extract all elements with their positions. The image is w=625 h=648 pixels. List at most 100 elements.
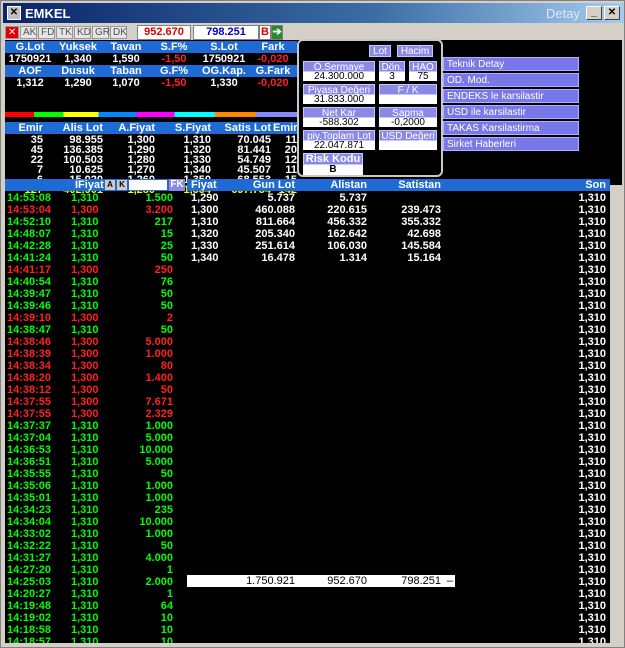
- link-3[interactable]: USD ile karsilastir: [443, 105, 579, 119]
- trade-time: 14:48:07: [7, 228, 52, 240]
- tab-kd[interactable]: KD: [74, 26, 91, 39]
- pricedist-totals: 1.750.921 952.670 798.251–: [187, 575, 455, 587]
- trade-lot: 50: [160, 300, 173, 312]
- window-title-right: Detay: [546, 6, 580, 21]
- trade-price: 1,310: [71, 600, 99, 612]
- vertical-scrollbar[interactable]: [610, 185, 622, 643]
- son-value: 1,310: [578, 288, 606, 300]
- sort-a-button[interactable]: A: [105, 180, 115, 190]
- pricedist-cell: 460.088: [255, 204, 295, 216]
- trade-lot: 250: [154, 264, 173, 276]
- trade-lot: 1.500: [145, 192, 173, 204]
- trade-price: 1,310: [71, 528, 99, 540]
- trade-price: 1,310: [71, 576, 99, 588]
- trade-price: 1,310: [71, 468, 99, 480]
- trade-lot: 1.000: [145, 492, 173, 504]
- trade-time: 14:35:55: [7, 468, 52, 480]
- row1-header-2: Tavan: [110, 41, 142, 53]
- trade-price: 1,310: [71, 300, 99, 312]
- trade-time: 14:38:47: [7, 324, 52, 336]
- depth-header-1: Alis Lot: [62, 122, 103, 134]
- pricedist-header-3: Satistan: [398, 179, 441, 191]
- son-value: 1,310: [578, 420, 606, 432]
- son-value: 1,310: [578, 456, 606, 468]
- trade-time: 14:37:04: [7, 432, 52, 444]
- minimize-button[interactable]: _: [586, 6, 602, 20]
- trade-lot: 64: [160, 600, 173, 612]
- filter-input[interactable]: [129, 180, 167, 190]
- risk-value: B: [303, 165, 363, 175]
- link-1[interactable]: OD. Mod.: [443, 73, 579, 87]
- trades-header: IFiyat A K FK: [5, 179, 185, 191]
- trade-time: 14:25:03: [7, 576, 52, 588]
- son-value: 1,310: [578, 600, 606, 612]
- depth-header-0: Emir: [18, 122, 43, 134]
- trade-price: 1,310: [71, 636, 99, 643]
- sort-k-button[interactable]: K: [117, 180, 127, 190]
- tab-fd[interactable]: FD: [38, 26, 55, 39]
- trade-price: 1,310: [71, 552, 99, 564]
- trade-time: 14:42:28: [7, 240, 52, 252]
- fk-value: [379, 95, 437, 104]
- toplam-lot-value: 22.047.871: [303, 141, 375, 151]
- link-2[interactable]: ENDEKS le karsilastir: [443, 89, 579, 103]
- trade-price: 1,310: [71, 288, 99, 300]
- link-0[interactable]: Teknik Detay: [443, 57, 579, 71]
- trade-lot: 217: [154, 216, 173, 228]
- trade-price: 1,310: [71, 228, 99, 240]
- link-4[interactable]: TAKAS Karsilastirma: [443, 121, 579, 135]
- window-close-icon[interactable]: ✕: [7, 6, 21, 20]
- trade-price: 1,310: [71, 492, 99, 504]
- close-button[interactable]: ✕: [604, 6, 620, 20]
- trade-time: 14:34:04: [7, 516, 52, 528]
- son-value: 1,310: [578, 252, 606, 264]
- trade-price: 1,310: [71, 276, 99, 288]
- arrow-right-icon[interactable]: ➔: [271, 25, 283, 40]
- trade-lot: 50: [160, 288, 173, 300]
- trade-price: 1,310: [71, 480, 99, 492]
- link-5[interactable]: Sirket Haberleri: [443, 137, 579, 151]
- pricedist-cell: 16.478: [261, 252, 295, 264]
- trade-lot: 2.329: [145, 408, 173, 420]
- don-value: 3: [379, 72, 405, 82]
- son-value: 1,310: [578, 240, 606, 252]
- trade-lot: 50: [160, 252, 173, 264]
- lot-button[interactable]: Lot: [369, 45, 391, 57]
- son-value: 1,310: [578, 300, 606, 312]
- son-value: 1,310: [578, 360, 606, 372]
- pricedist-cell: 205.340: [255, 228, 295, 240]
- summary-depth-area: G.Lot Yuksek Tavan S.F% S.Lot Fark 1750921 1,34…: [5, 40, 297, 196]
- hacim-button[interactable]: Hacim: [397, 45, 433, 57]
- pricedist-cell: 145.584: [401, 240, 441, 252]
- pricedist-cell: 5.737: [267, 192, 295, 204]
- trade-time: 14:36:53: [7, 444, 52, 456]
- close-x-icon[interactable]: ✕: [5, 26, 19, 39]
- trade-price: 1,310: [71, 252, 99, 264]
- son-value: 1,310: [578, 324, 606, 336]
- trade-lot: 10.000: [139, 444, 173, 456]
- row1-value-2: 1,590: [112, 53, 140, 65]
- window: ✕ EMKEL Detay _ ✕ ✕ AK FD TK KD GR DK 952.670…: [0, 0, 625, 648]
- son-value: 1,310: [578, 204, 606, 216]
- trade-price: 1,310: [71, 456, 99, 468]
- trade-lot: 10: [160, 612, 173, 624]
- pricedist-cell: 251.614: [255, 240, 295, 252]
- pricedist-header-0: Fiyat: [191, 179, 217, 191]
- tab-gr[interactable]: GR: [92, 26, 110, 39]
- fk-button[interactable]: FK: [169, 179, 185, 191]
- trade-time: 14:39:10: [7, 312, 52, 324]
- trade-lot: 5.000: [145, 336, 173, 348]
- trade-time: 14:38:39: [7, 348, 52, 360]
- tab-tk[interactable]: TK: [56, 26, 73, 39]
- color-bar: [5, 112, 297, 117]
- trade-time: 14:39:47: [7, 288, 52, 300]
- tab-ak[interactable]: AK: [20, 26, 37, 39]
- trade-time: 14:33:02: [7, 528, 52, 540]
- son-value: 1,310: [578, 336, 606, 348]
- trade-time: 14:31:27: [7, 552, 52, 564]
- depth-header-2: A.Fiyat: [118, 122, 155, 134]
- son-value: 1,310: [578, 540, 606, 552]
- pricedist-cell: 811.664: [255, 216, 295, 228]
- tab-dk[interactable]: DK: [110, 26, 127, 39]
- row1-value-0: 1750921: [8, 53, 52, 65]
